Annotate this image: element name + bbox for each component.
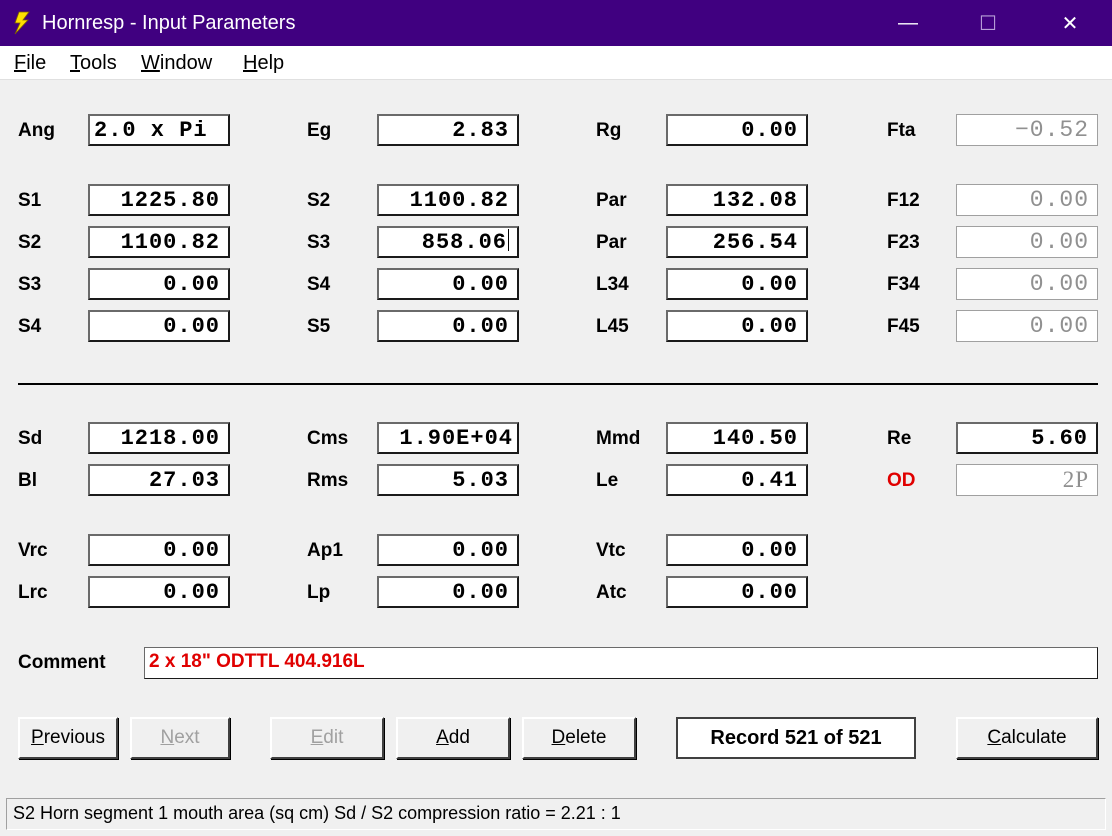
delete-button[interactable]: Delete: [522, 717, 636, 759]
label-f34: F34: [887, 274, 920, 295]
par-field-2[interactable]: 256.54: [666, 226, 808, 258]
ang-field[interactable]: 2.0 x Pi: [88, 114, 230, 146]
label-s2-col2: S2: [307, 190, 331, 211]
bl-field[interactable]: 27.03: [88, 464, 230, 496]
menu-window[interactable]: Window: [141, 52, 212, 75]
menu-tools[interactable]: Tools: [70, 52, 117, 75]
atc-field[interactable]: 0.00: [666, 576, 808, 608]
next-button: Next: [130, 717, 230, 759]
label-bl: Bl: [18, 470, 37, 491]
label-s3-col1: S3: [18, 274, 42, 295]
add-button[interactable]: Add: [396, 717, 510, 759]
label-par-2: Par: [596, 232, 627, 253]
label-vrc: Vrc: [18, 540, 48, 561]
label-od[interactable]: OD: [887, 470, 916, 492]
cms-field[interactable]: 1.90E+04: [377, 422, 519, 454]
lp-field[interactable]: 0.00: [377, 576, 519, 608]
lrc-field[interactable]: 0.00: [88, 576, 230, 608]
label-fta: Fta: [887, 120, 916, 141]
label-sd: Sd: [18, 428, 43, 449]
minimize-button[interactable]: —: [868, 0, 948, 46]
label-f12: F12: [887, 190, 920, 211]
status-bar: S2 Horn segment 1 mouth area (sq cm) Sd …: [6, 798, 1106, 830]
window-title: Hornresp - Input Parameters: [42, 12, 296, 34]
maximize-button[interactable]: ☐: [948, 0, 1028, 46]
s4-field-col2[interactable]: 0.00: [377, 268, 519, 300]
f34-field: 0.00: [956, 268, 1098, 300]
l34-field[interactable]: 0.00: [666, 268, 808, 300]
menu-bar: File Tools Window Help: [0, 46, 1112, 80]
section-divider: [18, 383, 1098, 385]
par-field-1[interactable]: 132.08: [666, 184, 808, 216]
label-l34: L34: [596, 274, 629, 295]
close-button[interactable]: ✕: [1030, 0, 1110, 46]
vtc-field[interactable]: 0.00: [666, 534, 808, 566]
lightning-bolt-icon: [14, 11, 30, 35]
s2-field-col2[interactable]: 1100.82: [377, 184, 519, 216]
s3-field-col1[interactable]: 0.00: [88, 268, 230, 300]
s2-field-col1[interactable]: 1100.82: [88, 226, 230, 258]
vrc-field[interactable]: 0.00: [88, 534, 230, 566]
calculate-button[interactable]: Calculate: [956, 717, 1098, 759]
ap1-field[interactable]: 0.00: [377, 534, 519, 566]
label-eg: Eg: [307, 120, 332, 141]
label-lrc: Lrc: [18, 582, 48, 603]
label-f23: F23: [887, 232, 920, 253]
re-field[interactable]: 5.60: [956, 422, 1098, 454]
eg-field[interactable]: 2.83: [377, 114, 519, 146]
label-s4-col1: S4: [18, 316, 42, 337]
record-counter: Record 521 of 521: [676, 717, 916, 759]
s1-field[interactable]: 1225.80: [88, 184, 230, 216]
menu-file[interactable]: File: [14, 52, 46, 75]
label-par-1: Par: [596, 190, 627, 211]
s4-field-col1[interactable]: 0.00: [88, 310, 230, 342]
label-re: Re: [887, 428, 912, 449]
fta-field: −0.52: [956, 114, 1098, 146]
label-ang: Ang: [18, 120, 55, 141]
label-vtc: Vtc: [596, 540, 626, 561]
f45-field: 0.00: [956, 310, 1098, 342]
s5-field[interactable]: 0.00: [377, 310, 519, 342]
label-s2-col1: S2: [18, 232, 42, 253]
edit-button: Edit: [270, 717, 384, 759]
label-l45: L45: [596, 316, 629, 337]
le-field[interactable]: 0.41: [666, 464, 808, 496]
label-mmd: Mmd: [596, 428, 641, 449]
s3-field-col2[interactable]: 858.06: [377, 226, 519, 258]
f23-field: 0.00: [956, 226, 1098, 258]
label-ap1: Ap1: [307, 540, 343, 561]
label-comment: Comment: [18, 652, 106, 673]
title-bar: Hornresp - Input Parameters — ☐ ✕: [0, 0, 1112, 46]
od-field: 2P: [956, 464, 1098, 496]
mmd-field[interactable]: 140.50: [666, 422, 808, 454]
label-rg: Rg: [596, 120, 622, 141]
previous-button[interactable]: Previous: [18, 717, 118, 759]
label-s3-col2: S3: [307, 232, 331, 253]
label-s4-col2: S4: [307, 274, 331, 295]
rg-field[interactable]: 0.00: [666, 114, 808, 146]
f12-field: 0.00: [956, 184, 1098, 216]
label-s5: S5: [307, 316, 331, 337]
label-le: Le: [596, 470, 619, 491]
menu-help[interactable]: Help: [243, 52, 284, 75]
label-f45: F45: [887, 316, 920, 337]
sd-field[interactable]: 1218.00: [88, 422, 230, 454]
label-lp: Lp: [307, 582, 331, 603]
label-s1: S1: [18, 190, 42, 211]
label-atc: Atc: [596, 582, 627, 603]
l45-field[interactable]: 0.00: [666, 310, 808, 342]
rms-field[interactable]: 5.03: [377, 464, 519, 496]
text-caret: [508, 229, 509, 251]
label-cms: Cms: [307, 428, 349, 449]
label-rms: Rms: [307, 470, 349, 491]
comment-field[interactable]: 2 x 18" ODTTL 404.916L: [144, 647, 1098, 679]
